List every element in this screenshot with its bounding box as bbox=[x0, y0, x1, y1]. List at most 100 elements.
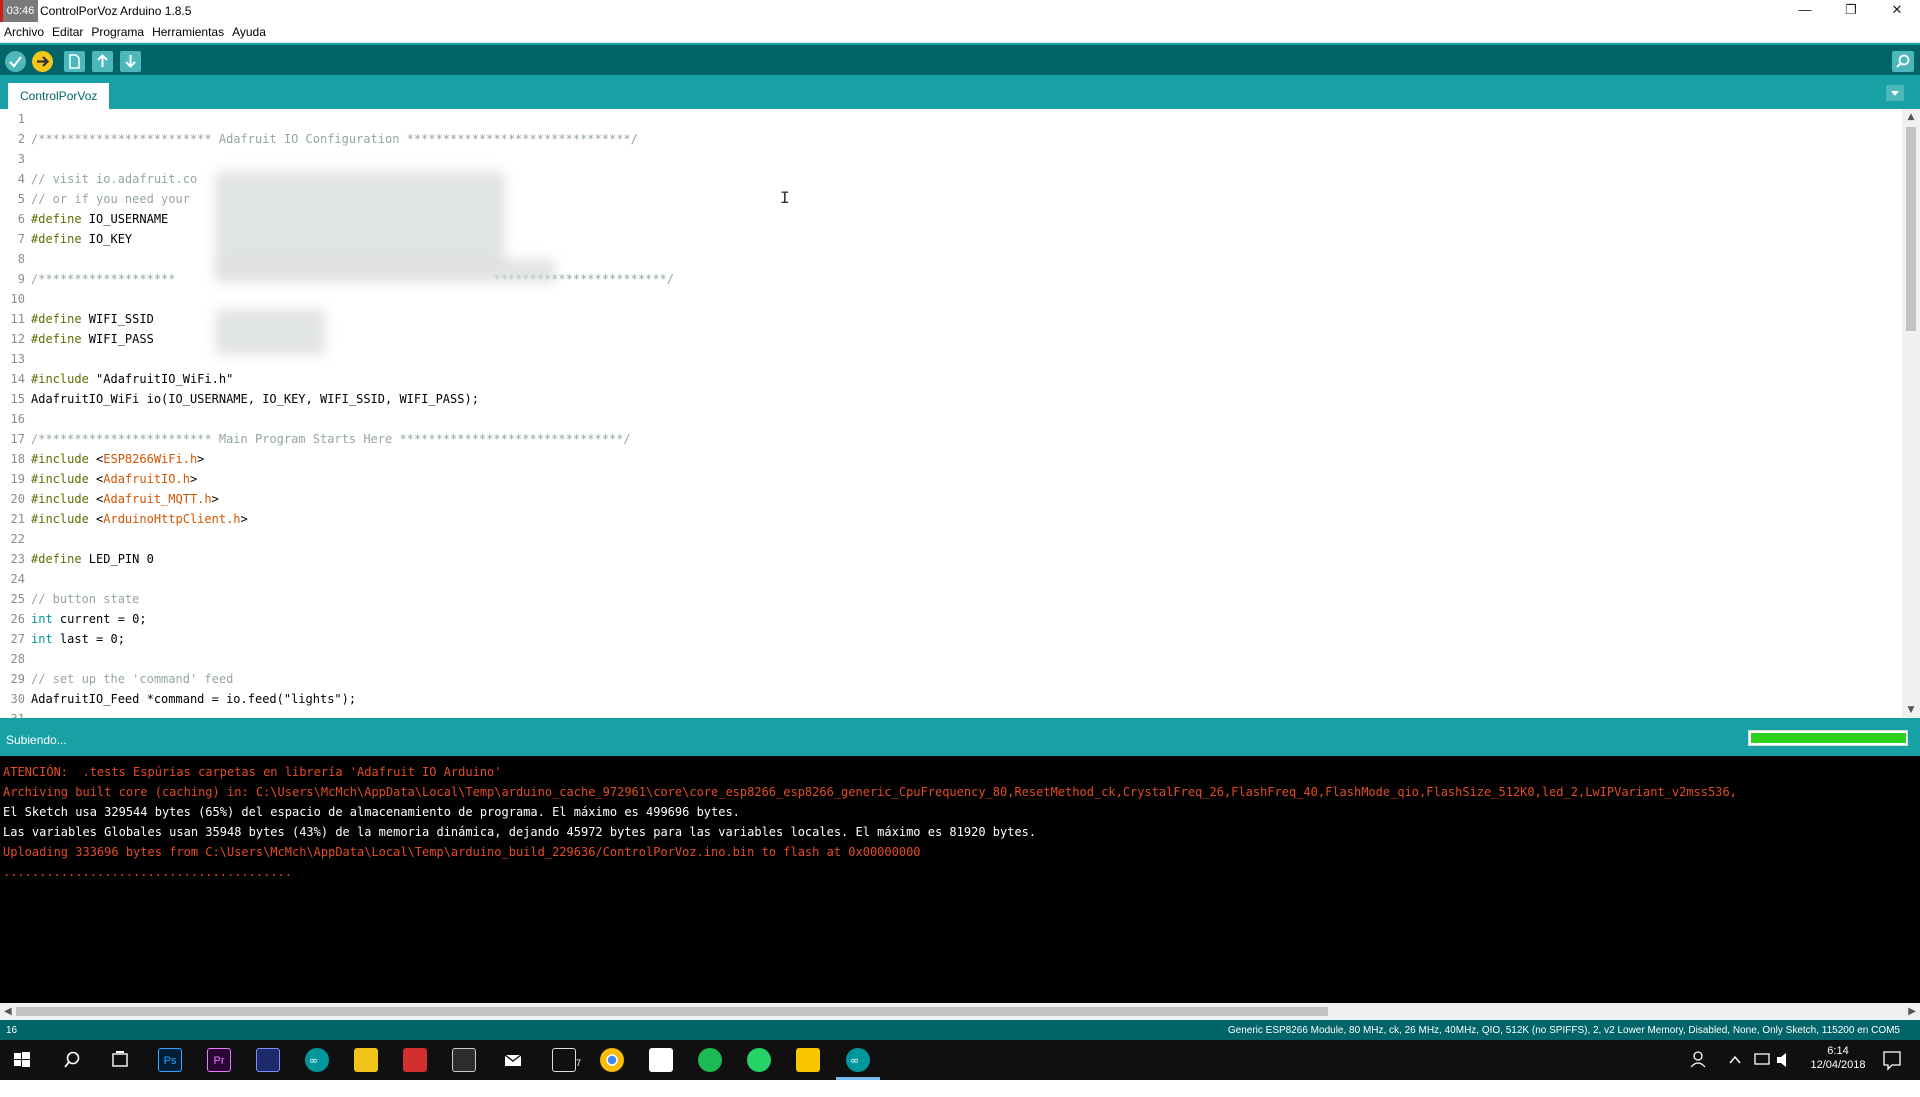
scroll-left-icon[interactable]: ◀ bbox=[4, 1006, 12, 1017]
code-line[interactable]: 18 #include <ESP8266WiFi.h> bbox=[0, 449, 1900, 469]
people-icon[interactable] bbox=[1688, 1040, 1708, 1080]
line-number: 27 bbox=[10, 632, 25, 646]
code-line[interactable]: 19 #include <AdafruitIO.h> bbox=[0, 469, 1900, 489]
menu-programa[interactable]: Programa bbox=[87, 25, 148, 39]
code-line[interactable]: 28 bbox=[0, 649, 1900, 669]
code-text: #include <Adafruit_MQTT.h> bbox=[31, 492, 219, 506]
premiere-icon[interactable]: Pr bbox=[207, 1048, 231, 1072]
arrow-up-icon bbox=[97, 54, 108, 67]
mail-icon[interactable] bbox=[501, 1048, 525, 1072]
console-line: ........................................ bbox=[3, 865, 292, 879]
clock[interactable]: 6:14 12/04/2018 bbox=[1802, 1040, 1874, 1080]
arduino-active-icon[interactable]: ∞ bbox=[846, 1048, 870, 1072]
code-line[interactable]: 17 /************************ Main Program… bbox=[0, 429, 1900, 449]
code-text: #define WIFI_SSID bbox=[31, 312, 154, 326]
scroll-down-icon[interactable]: ▼ bbox=[1906, 705, 1916, 715]
menu-ayuda[interactable]: Ayuda bbox=[228, 25, 270, 39]
line-number: 28 bbox=[10, 652, 25, 666]
code-text: AdafruitIO_Feed *command = io.feed("ligh… bbox=[31, 692, 357, 706]
code-line[interactable]: 2 /************************ Adafruit IO C… bbox=[0, 129, 1900, 149]
keep-icon[interactable] bbox=[796, 1048, 820, 1072]
upload-button[interactable] bbox=[32, 51, 53, 72]
search-icon[interactable] bbox=[60, 1048, 84, 1072]
code-line[interactable]: 22 bbox=[0, 529, 1900, 549]
scroll-right-icon[interactable]: ▶ bbox=[1908, 1006, 1916, 1017]
menu-herramientas[interactable]: Herramientas bbox=[148, 25, 228, 39]
visual-studio-icon[interactable] bbox=[256, 1048, 280, 1072]
tray-chevron-up-icon[interactable] bbox=[1728, 1040, 1742, 1080]
code-line[interactable]: 20 #include <Adafruit_MQTT.h> bbox=[0, 489, 1900, 509]
code-line[interactable]: 10 bbox=[0, 289, 1900, 309]
tab-menu-button[interactable] bbox=[1886, 85, 1904, 101]
line-number: 4 bbox=[17, 172, 25, 186]
acrobat-icon[interactable] bbox=[403, 1048, 427, 1072]
arduino-icon[interactable]: ∞ bbox=[305, 1048, 329, 1072]
line-number: 15 bbox=[10, 392, 25, 406]
arrow-right-icon bbox=[37, 56, 50, 67]
code-line[interactable]: 27 int last = 0; bbox=[0, 629, 1900, 649]
verify-button[interactable] bbox=[5, 51, 26, 72]
upload-progress-fill bbox=[1751, 733, 1906, 743]
file-explorer-icon[interactable] bbox=[354, 1048, 378, 1072]
clock-time: 6:14 bbox=[1827, 1045, 1849, 1057]
line-number: 22 bbox=[10, 532, 25, 546]
new-button[interactable] bbox=[64, 51, 85, 72]
code-line[interactable]: 1 bbox=[0, 109, 1900, 129]
tab-controlporvoz[interactable]: ControlPorVoz bbox=[8, 83, 110, 109]
code-line[interactable]: 15 AdafruitIO_WiFi io(IO_USERNAME, IO_KEY… bbox=[0, 389, 1900, 409]
volume-icon[interactable] bbox=[1774, 1040, 1794, 1080]
serial-monitor-button[interactable] bbox=[1892, 51, 1914, 72]
code-line[interactable]: 24 bbox=[0, 569, 1900, 589]
code-text: #define IO_USERNAME bbox=[31, 212, 169, 226]
windows-start-icon[interactable] bbox=[10, 1048, 34, 1072]
scrollbar-thumb[interactable] bbox=[16, 1007, 1328, 1016]
code-text: #include <AdafruitIO.h> bbox=[31, 472, 198, 486]
code-text: // visit io.adafruit.co bbox=[31, 172, 198, 186]
whatsapp-icon[interactable] bbox=[747, 1048, 771, 1072]
window-title: ControlPorVoz Arduino 1.8.5 bbox=[40, 4, 192, 18]
scrollbar-thumb[interactable] bbox=[1906, 127, 1916, 331]
code-line[interactable]: 3 bbox=[0, 149, 1900, 169]
code-text: #define LED_PIN 0 bbox=[31, 552, 154, 566]
editor-vertical-scrollbar[interactable]: ▲ ▼ bbox=[1902, 109, 1920, 718]
chrome-icon[interactable] bbox=[600, 1048, 624, 1072]
code-line[interactable]: 29 // set up the 'command' feed bbox=[0, 669, 1900, 689]
line-number: 14 bbox=[10, 372, 25, 386]
menu-editar[interactable]: Editar bbox=[48, 25, 87, 39]
code-line[interactable]: 23 #define LED_PIN 0 bbox=[0, 549, 1900, 569]
scroll-up-icon[interactable]: ▲ bbox=[1906, 112, 1916, 122]
code-text: int current = 0; bbox=[31, 612, 147, 626]
code-text: #include <ArduinoHttpClient.h> bbox=[31, 512, 248, 526]
task-view-icon[interactable] bbox=[108, 1048, 132, 1072]
spotify-icon[interactable] bbox=[698, 1048, 722, 1072]
menu-archivo[interactable]: Archivo bbox=[0, 25, 48, 39]
minimize-button[interactable]: — bbox=[1782, 0, 1828, 22]
code-editor[interactable]: 1 2/************************ Adafruit IO … bbox=[0, 109, 1902, 718]
line-number: 26 bbox=[10, 612, 25, 626]
sticky-notes-icon[interactable] bbox=[649, 1048, 673, 1072]
photoshop-icon[interactable]: Ps bbox=[158, 1048, 182, 1072]
close-button[interactable]: ✕ bbox=[1874, 0, 1920, 22]
open-button[interactable] bbox=[92, 51, 113, 72]
network-icon[interactable] bbox=[1752, 1040, 1772, 1080]
code-text: #include <ESP8266WiFi.h> bbox=[31, 452, 205, 466]
code-line[interactable]: 31 bbox=[0, 709, 1900, 718]
notifications-icon[interactable] bbox=[1880, 1040, 1904, 1080]
line-number: 20 bbox=[10, 492, 25, 506]
store-icon[interactable] bbox=[452, 1048, 476, 1072]
code-line[interactable]: 21 #include <ArduinoHttpClient.h> bbox=[0, 509, 1900, 529]
console-horizontal-scrollbar[interactable]: ◀ ▶ bbox=[0, 1003, 1920, 1020]
code-line[interactable]: 25 // button state bbox=[0, 589, 1900, 609]
code-line[interactable]: 30 AdafruitIO_Feed *command = io.feed("li… bbox=[0, 689, 1900, 709]
code-line[interactable]: 26 int current = 0; bbox=[0, 609, 1900, 629]
save-button[interactable] bbox=[120, 51, 141, 72]
console-line: ATENCIÓN: .tests Espúrias carpetas en li… bbox=[3, 765, 502, 779]
code-line[interactable]: 16 bbox=[0, 409, 1900, 429]
line-number: 7 bbox=[17, 232, 25, 246]
line-number: 23 bbox=[10, 552, 25, 566]
console-output[interactable]: ATENCIÓN: .tests Espúrias carpetas en li… bbox=[0, 756, 1920, 1003]
instagram-icon[interactable]: 7 bbox=[552, 1048, 581, 1072]
line-number: 25 bbox=[10, 592, 25, 606]
code-line[interactable]: 14 #include "AdafruitIO_WiFi.h" bbox=[0, 369, 1900, 389]
restore-button[interactable]: ❐ bbox=[1828, 0, 1874, 22]
